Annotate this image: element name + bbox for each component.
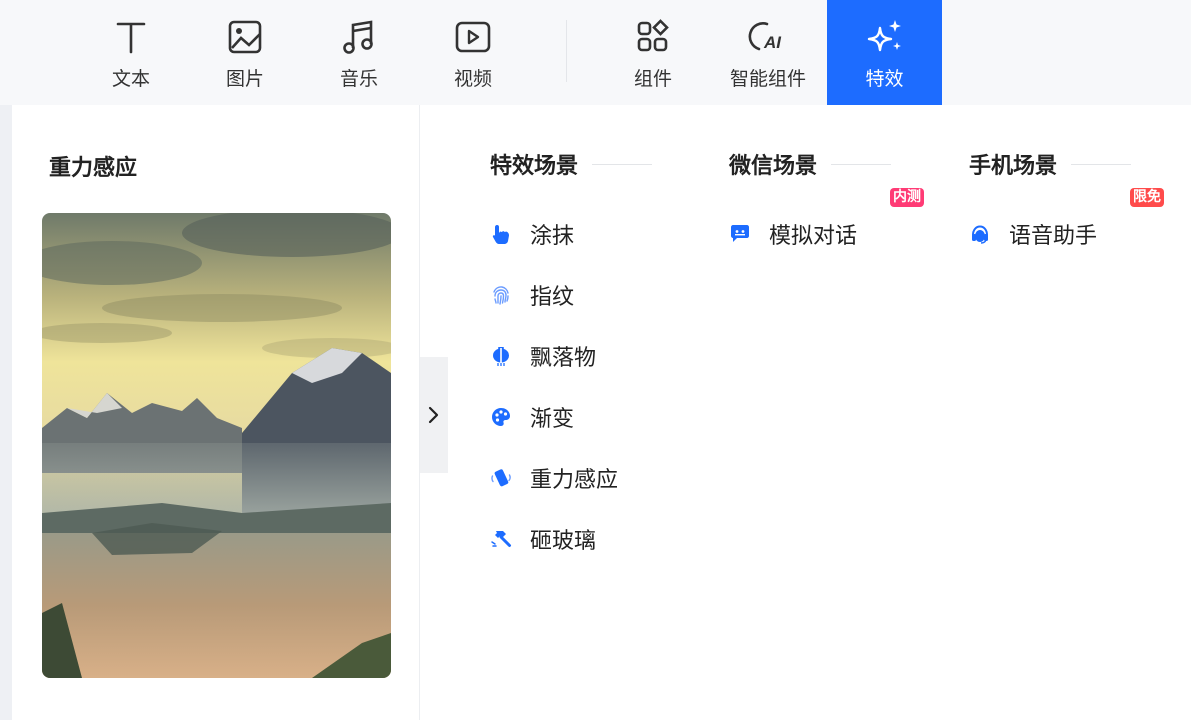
tool-image[interactable]: 图片 — [190, 0, 300, 105]
svg-text:AI: AI — [763, 33, 782, 52]
ai-icon: AI — [748, 22, 782, 52]
components-icon — [637, 19, 669, 52]
chevron-right-icon — [428, 406, 439, 424]
fingerprint-icon — [490, 284, 512, 306]
preview-panel: 重力感应 — [12, 105, 420, 720]
left-sidebar-strip — [0, 105, 12, 720]
tool-video[interactable]: 视频 — [418, 0, 528, 105]
effect-item-fingerprint[interactable]: 指纹 — [490, 279, 574, 311]
toolbar: 文本 图片 音乐 视频 组件 AI 智能组件 特效 — [0, 0, 1191, 105]
category-title: 特效场景 — [490, 148, 653, 180]
tool-effects[interactable]: 特效 — [827, 0, 942, 105]
phone-item-voice-assistant[interactable]: 语音助手 限免 — [969, 188, 1164, 250]
tool-components[interactable]: 组件 — [598, 0, 708, 105]
category-title: 微信场景 — [729, 148, 892, 180]
hammer-icon — [490, 528, 512, 550]
title-rule — [1071, 163, 1132, 165]
tool-text[interactable]: 文本 — [76, 0, 186, 105]
category-phone-scene: 手机场景 — [969, 148, 1132, 180]
text-icon — [116, 22, 146, 54]
tool-music[interactable]: 音乐 — [304, 0, 414, 105]
collapse-panel-button[interactable] — [420, 357, 448, 473]
title-rule — [592, 163, 653, 165]
category-title: 手机场景 — [969, 148, 1132, 180]
category-effects-scene: 特效场景 — [490, 148, 653, 180]
wechat-item-simulated-chat[interactable]: 模拟对话 内测 — [729, 188, 924, 250]
effect-item-falling[interactable]: 飘落物 — [490, 340, 596, 372]
badge-beta: 内测 — [890, 188, 924, 207]
effect-item-break-glass[interactable]: 砸玻璃 — [490, 523, 596, 555]
video-icon — [455, 21, 491, 53]
music-icon — [343, 20, 373, 54]
lantern-icon — [490, 345, 512, 367]
sparkle-icon — [867, 20, 901, 52]
badge-free: 限免 — [1130, 188, 1164, 207]
palette-icon — [490, 406, 512, 428]
chat-icon — [729, 223, 751, 245]
phone-shake-icon — [490, 467, 512, 489]
hand-pointer-icon — [490, 223, 512, 245]
category-wechat-scene: 微信场景 — [729, 148, 892, 180]
image-icon — [228, 20, 262, 54]
effect-item-gravity[interactable]: 重力感应 — [490, 462, 618, 494]
effect-item-smear[interactable]: 涂抹 — [490, 218, 574, 250]
headset-icon — [969, 223, 991, 245]
title-rule — [831, 163, 892, 165]
tool-ai-components[interactable]: AI 智能组件 — [713, 0, 823, 105]
effect-item-gradient[interactable]: 渐变 — [490, 401, 574, 433]
preview-title: 重力感应 — [49, 156, 138, 181]
preview-image — [42, 213, 391, 678]
toolbar-divider — [566, 20, 567, 82]
